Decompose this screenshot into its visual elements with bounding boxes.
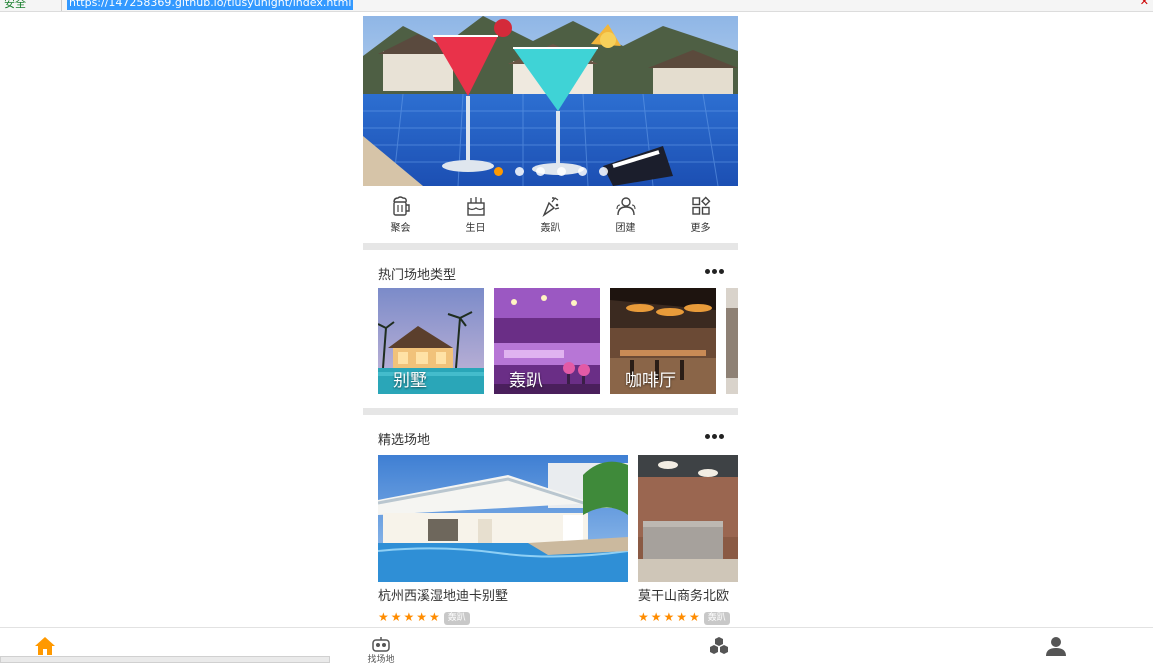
venue-tag: 轰趴 bbox=[443, 612, 470, 625]
banner-carousel[interactable] bbox=[363, 16, 738, 186]
category-party[interactable]: 聚会 bbox=[363, 186, 438, 243]
category-label: 团建 bbox=[615, 223, 636, 234]
type-card-homeparty[interactable]: 轰趴 bbox=[494, 288, 600, 394]
carousel-dot[interactable] bbox=[577, 167, 587, 176]
robot-face-icon bbox=[372, 637, 390, 652]
category-label: 生日 bbox=[465, 223, 486, 234]
home-icon bbox=[35, 637, 55, 655]
type-card-cafe[interactable]: 咖啡厅 bbox=[610, 288, 716, 394]
tab-discover[interactable] bbox=[704, 636, 734, 664]
venue-name: 莫干山商务北欧 bbox=[638, 589, 730, 604]
category-teambuilding[interactable]: 团建 bbox=[588, 186, 663, 243]
carousel-dot[interactable] bbox=[598, 167, 608, 176]
category-nav: 聚会 生日 轰趴 团建 更多 bbox=[363, 186, 738, 243]
horizontal-scrollbar[interactable] bbox=[0, 656, 330, 663]
hot-types-more-button[interactable] bbox=[703, 269, 724, 274]
venue-meta: ★★★★★ 轰趴 bbox=[638, 610, 738, 625]
hot-types-list: 别墅 轰趴 咖啡厅 bbox=[378, 288, 738, 394]
hot-types-title: 热门场地类型 bbox=[378, 268, 457, 283]
section-divider bbox=[363, 243, 738, 250]
grid-more-icon bbox=[691, 196, 710, 215]
carousel-dot[interactable] bbox=[556, 167, 566, 176]
team-people-icon bbox=[615, 197, 636, 216]
cubes-icon bbox=[710, 637, 728, 654]
venue-meta: ★★★★★ 轰趴 bbox=[378, 610, 628, 625]
venue-card[interactable]: 莫干山商务北欧 ★★★★★ 轰趴 bbox=[638, 455, 738, 625]
carousel-dot[interactable] bbox=[493, 167, 503, 176]
tab-find-venue[interactable]: 找场地 bbox=[366, 636, 396, 665]
venue-card[interactable]: 杭州西溪湿地迪卡别墅 ★★★★★ 轰趴 bbox=[378, 455, 628, 625]
category-more[interactable]: 更多 bbox=[663, 186, 738, 243]
category-label: 轰趴 bbox=[540, 223, 561, 234]
party-popper-icon bbox=[541, 197, 559, 217]
type-card-partial[interactable] bbox=[726, 288, 738, 394]
tab-profile[interactable] bbox=[1041, 636, 1071, 664]
user-icon bbox=[1046, 637, 1066, 656]
featured-list: 杭州西溪湿地迪卡别墅 ★★★★★ 轰趴 莫干山商务北欧 ★★★★★ 轰趴 bbox=[378, 455, 738, 628]
address-separator bbox=[61, 0, 62, 11]
security-label: 安全 bbox=[4, 0, 26, 10]
beer-mug-icon bbox=[392, 196, 410, 216]
rating-stars: ★★★★★ bbox=[378, 610, 442, 624]
featured-more-button[interactable] bbox=[703, 434, 724, 439]
birthday-cake-icon bbox=[466, 197, 485, 216]
type-name: 轰趴 bbox=[509, 371, 543, 391]
venue-image bbox=[378, 455, 628, 582]
featured-title: 精选场地 bbox=[378, 433, 431, 448]
carousel-dot[interactable] bbox=[514, 167, 524, 176]
tab-label: 找场地 bbox=[367, 655, 395, 665]
category-label: 聚会 bbox=[390, 223, 411, 234]
carousel-dot[interactable] bbox=[535, 167, 545, 176]
section-divider bbox=[363, 408, 738, 415]
venue-type-image bbox=[726, 288, 738, 394]
site-error-icon[interactable]: ✕ bbox=[1140, 0, 1149, 8]
category-birthday[interactable]: 生日 bbox=[438, 186, 513, 243]
rating-stars: ★★★★★ bbox=[638, 610, 702, 624]
venue-name: 杭州西溪湿地迪卡别墅 bbox=[378, 589, 509, 604]
venue-tag: 轰趴 bbox=[703, 612, 730, 625]
category-label: 更多 bbox=[690, 223, 711, 234]
address-url[interactable]: https://147258369.github.io/tiusyunight/… bbox=[67, 0, 354, 10]
mobile-page: 聚会 生日 轰趴 团建 更多 热门场地类型 别墅 轰趴 咖啡厅 精选场地 杭州西… bbox=[363, 16, 738, 628]
category-homeparty[interactable]: 轰趴 bbox=[513, 186, 588, 243]
type-name: 别墅 bbox=[393, 371, 427, 391]
venue-image bbox=[638, 455, 738, 582]
banner-image bbox=[363, 16, 738, 186]
browser-address-bar: 安全 https://147258369.github.io/tiusyunig… bbox=[0, 0, 1153, 12]
carousel-dots[interactable] bbox=[363, 167, 738, 176]
type-card-villa[interactable]: 别墅 bbox=[378, 288, 484, 394]
type-name: 咖啡厅 bbox=[625, 371, 676, 391]
